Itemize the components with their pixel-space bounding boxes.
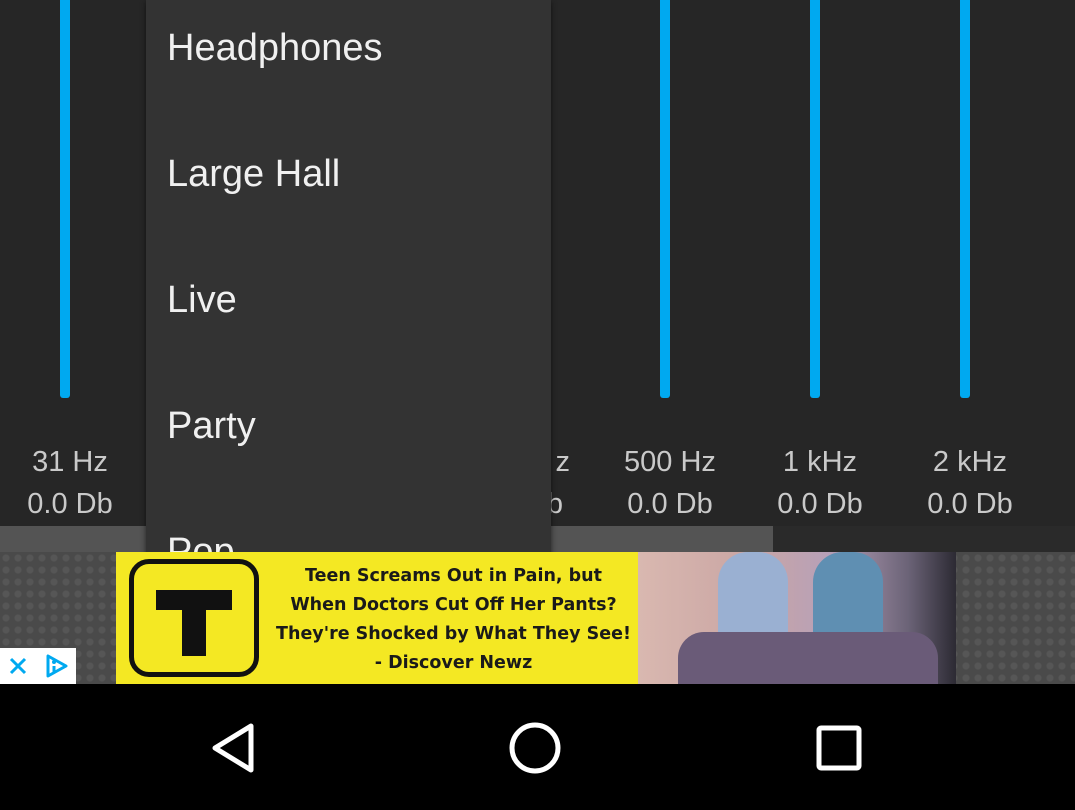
eq-slider-bar[interactable]: [60, 0, 70, 398]
eq-band-gain: 0.0 Db: [927, 488, 1013, 520]
ad-area: Teen Screams Out in Pain, but When Docto…: [0, 552, 1075, 684]
eq-band-31hz[interactable]: 31 Hz 0.0 Db: [0, 0, 145, 552]
eq-band-gain: 0.0 Db: [27, 488, 113, 520]
system-navigation-bar: [0, 684, 1075, 810]
ad-text-line: They're Shocked by What They See!: [276, 624, 631, 644]
eq-slider-bar[interactable]: [660, 0, 670, 398]
preset-dropdown-menu: Headphones Large Hall Live Party Pop: [146, 0, 551, 557]
recents-square-icon[interactable]: [807, 716, 871, 780]
adchoices-icon[interactable]: [36, 648, 76, 684]
eq-band-1khz[interactable]: 1 kHz 0.0 Db: [745, 0, 895, 552]
preset-item-pop[interactable]: Pop: [146, 504, 551, 557]
close-icon[interactable]: [0, 648, 36, 684]
preset-item-headphones[interactable]: Headphones: [146, 0, 551, 126]
ad-image: [638, 552, 956, 684]
eq-band-500hz[interactable]: 500 Hz 0.0 Db: [595, 0, 745, 552]
eq-band-frequency: 2 kHz: [932, 446, 1008, 478]
eq-band-frequency: 500 Hz: [624, 446, 716, 478]
eq-band-gain: 0.0 Db: [777, 488, 863, 520]
eq-band-frequency: 1 kHz: [782, 446, 858, 478]
eq-band-2khz[interactable]: 2 kHz 0.0 Db: [895, 0, 1045, 552]
ad-text-line: - Discover Newz: [374, 653, 533, 673]
ad-text: Teen Screams Out in Pain, but When Docto…: [266, 562, 641, 678]
home-circle-icon[interactable]: [503, 716, 567, 780]
t-logo-icon: [129, 559, 259, 677]
eq-slider-bar[interactable]: [810, 0, 820, 398]
back-triangle-icon[interactable]: [201, 716, 265, 780]
eq-slider-bar[interactable]: [960, 0, 970, 398]
preset-item-large-hall[interactable]: Large Hall: [146, 126, 551, 252]
preset-item-live[interactable]: Live: [146, 252, 551, 378]
ad-text-line: When Doctors Cut Off Her Pants?: [290, 595, 617, 615]
eq-band-gain: 0.0 Db: [627, 488, 713, 520]
ad-banner[interactable]: Teen Screams Out in Pain, but When Docto…: [116, 552, 956, 684]
eq-band-frequency: 31 Hz: [32, 446, 108, 478]
ad-text-line: Teen Screams Out in Pain, but: [305, 566, 602, 586]
preset-item-party[interactable]: Party: [146, 378, 551, 504]
